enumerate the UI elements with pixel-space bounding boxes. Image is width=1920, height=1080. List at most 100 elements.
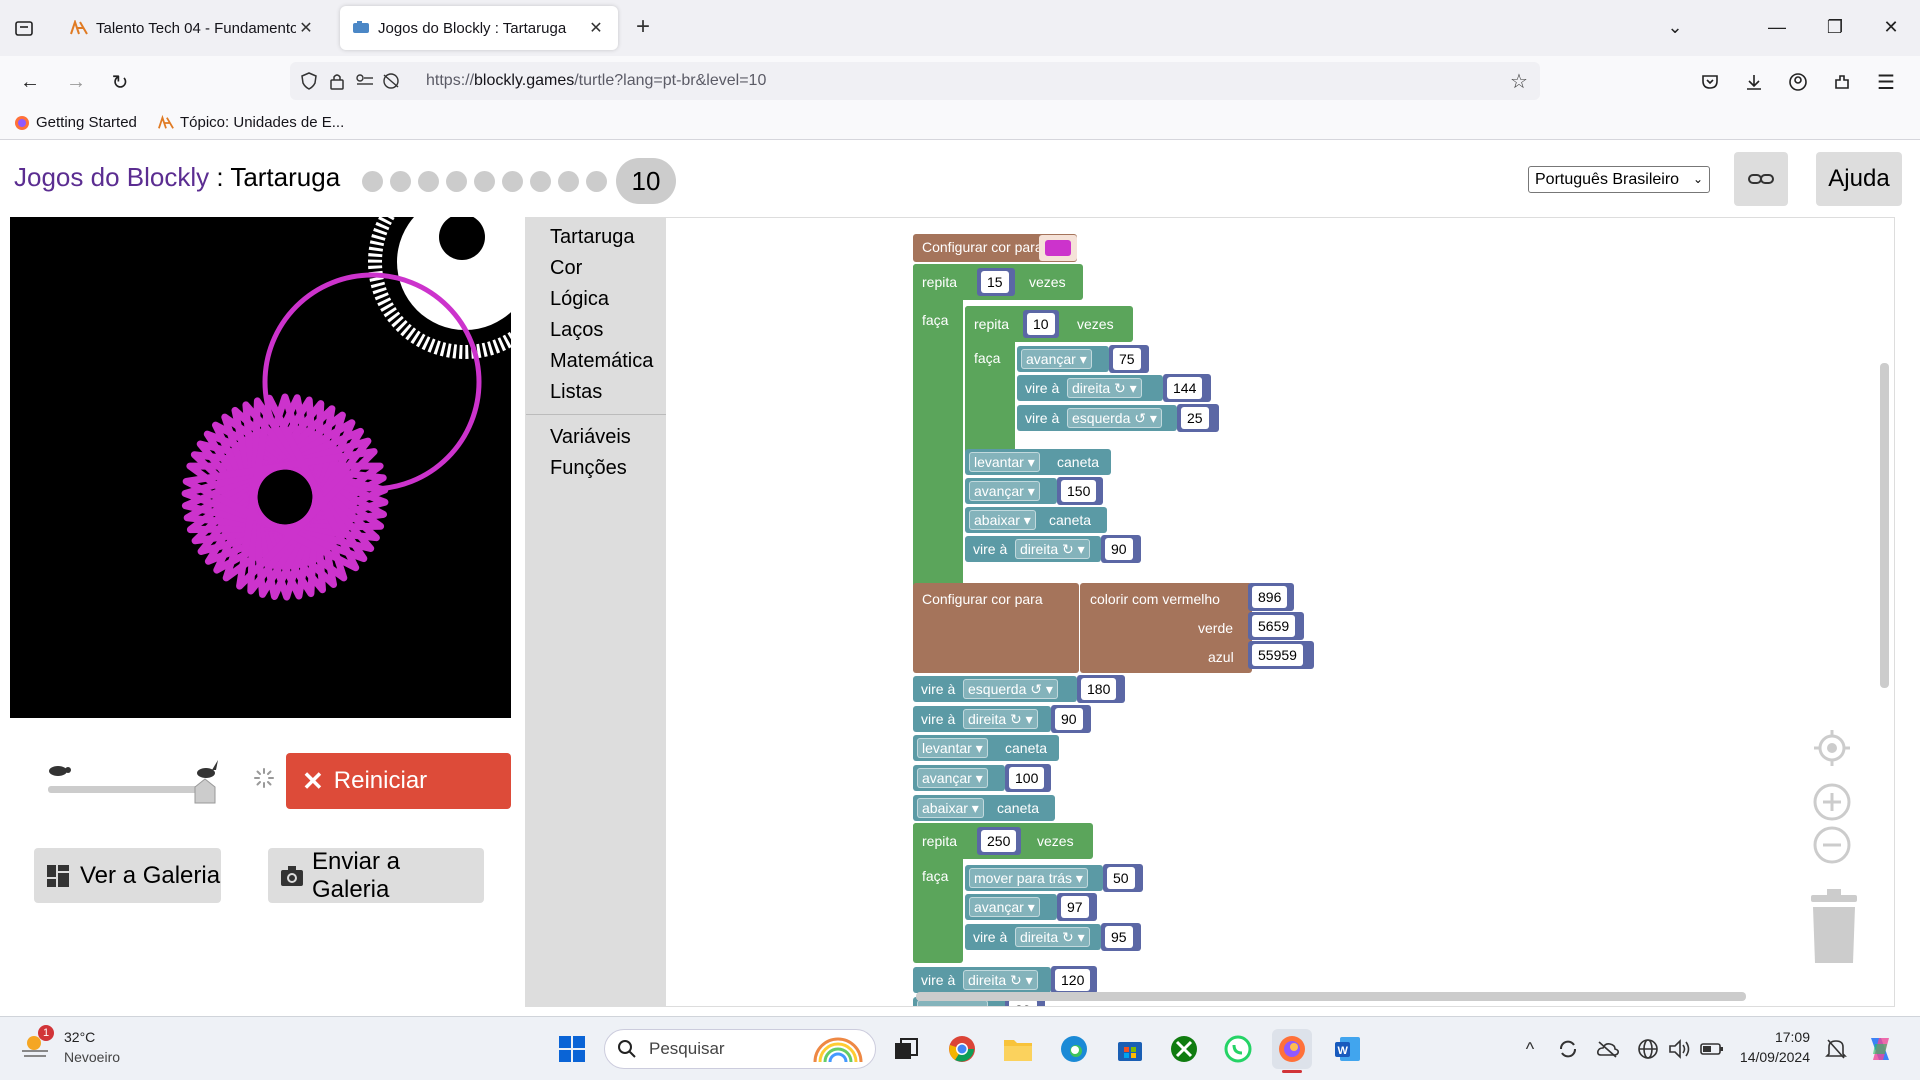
level-dot[interactable] (446, 170, 467, 192)
number-field[interactable]: 90 (1055, 708, 1083, 730)
number-field[interactable]: 120 (1055, 969, 1091, 991)
turn-block[interactable]: vire à direita ↻ ▾ (913, 706, 1051, 732)
move-block[interactable]: avançar ▾ (965, 894, 1057, 920)
microsoft-store-icon[interactable] (1110, 1029, 1150, 1069)
repeat-header[interactable]: repita 250 vezes (913, 823, 1093, 859)
list-all-tabs-button[interactable] (10, 14, 38, 42)
tab-talento-tech[interactable]: Talento Tech 04 - Fundamentos ✕ (58, 6, 328, 50)
move-direction-dropdown[interactable]: avançar ▾ (917, 768, 988, 788)
toolbox-category-loops[interactable]: Laços (550, 319, 603, 342)
tab-overflow-chevron-icon[interactable]: ⌄ (1660, 12, 1690, 42)
notification-bell-icon[interactable] (1816, 1029, 1856, 1069)
move-direction-dropdown[interactable]: avançar ▾ (969, 481, 1040, 501)
number-block[interactable]: 75 (1109, 345, 1149, 373)
number-block[interactable]: 90 (1101, 535, 1141, 563)
blockly-workspace[interactable]: Tartaruga Cor Lógica Laços Matemática Li… (525, 217, 1895, 1007)
camera-blocked-icon[interactable] (380, 70, 402, 92)
number-field[interactable]: 180 (1081, 678, 1117, 700)
number-block[interactable]: 120 (1051, 966, 1097, 994)
copilot-icon[interactable] (1860, 1029, 1900, 1069)
forward-button[interactable]: → (60, 66, 92, 98)
toolbox-category-functions[interactable]: Funções (550, 457, 627, 480)
level-dot[interactable] (418, 170, 439, 192)
move-block[interactable]: mover para trás ▾ (965, 865, 1103, 891)
tab-blockly[interactable]: Jogos do Blockly : Tartaruga ✕ (340, 6, 618, 50)
set-color-block[interactable]: Configurar cor para (913, 583, 1079, 673)
extensions-icon[interactable] (1826, 66, 1858, 98)
turn-direction-dropdown[interactable]: esquerda ↺ ▾ (963, 679, 1058, 699)
turn-block[interactable]: vire à esquerda ↺ ▾ (1017, 405, 1177, 431)
battery-icon[interactable] (1692, 1029, 1732, 1069)
number-block[interactable]: 15 (977, 268, 1015, 296)
close-window-button[interactable]: ✕ (1876, 12, 1906, 42)
url-text[interactable]: https://blockly.games/turtle?lang=pt-br&… (426, 72, 766, 90)
toolbox-category-turtle[interactable]: Tartaruga (550, 226, 635, 249)
turn-block[interactable]: vire à direita ↻ ▾ (965, 536, 1101, 562)
level-dot[interactable] (474, 170, 495, 192)
turn-block[interactable]: vire à direita ↻ ▾ (913, 967, 1051, 993)
zoom-out-icon[interactable] (1812, 825, 1852, 865)
back-button[interactable]: ← (14, 66, 46, 98)
language-select[interactable]: Português Brasileiro ⌄ (1528, 166, 1710, 193)
number-block[interactable]: 10 (1023, 310, 1059, 338)
new-tab-button[interactable]: + (628, 14, 658, 42)
move-block[interactable]: avançar ▾ (965, 478, 1057, 504)
number-block[interactable]: 896 (1248, 583, 1294, 611)
turn-direction-dropdown[interactable]: direita ↻ ▾ (1015, 539, 1090, 559)
number-block[interactable]: 55959 (1248, 641, 1314, 669)
file-explorer-icon[interactable] (998, 1029, 1038, 1069)
pen-state-dropdown[interactable]: abaixar ▾ (917, 798, 984, 818)
turn-direction-dropdown[interactable]: esquerda ↺ ▾ (1067, 408, 1162, 428)
turn-direction-dropdown[interactable]: direita ↻ ▾ (963, 970, 1038, 990)
turn-direction-dropdown[interactable]: direita ↻ ▾ (1067, 378, 1142, 398)
number-block[interactable]: 100 (1005, 764, 1051, 792)
view-gallery-button[interactable]: Ver a Galeria (34, 848, 221, 903)
pen-block[interactable]: abaixar ▾ caneta (913, 795, 1055, 821)
turn-block[interactable]: vire à direita ↻ ▾ (965, 924, 1101, 950)
number-block[interactable]: 250 (977, 827, 1021, 855)
reload-button[interactable]: ↻ (104, 66, 136, 98)
number-field[interactable]: 896 (1252, 586, 1288, 608)
number-block[interactable]: 150 (1057, 477, 1103, 505)
number-block[interactable]: 144 (1163, 374, 1211, 402)
inner-repeat-header[interactable]: repita 10 vezes (965, 306, 1133, 342)
start-button[interactable] (552, 1029, 592, 1069)
speed-handle[interactable] (194, 778, 216, 804)
pocket-icon[interactable] (1694, 66, 1726, 98)
turn-direction-dropdown[interactable]: direita ↻ ▾ (1015, 927, 1090, 947)
toolbox-category-math[interactable]: Matemática (550, 350, 653, 373)
turn-block[interactable]: vire à direita ↻ ▾ (1017, 375, 1163, 401)
taskbar-search[interactable]: Pesquisar (604, 1029, 876, 1069)
turn-block[interactable]: vire à esquerda ↺ ▾ (913, 676, 1077, 702)
level-dot[interactable] (586, 170, 607, 192)
number-block[interactable]: 95 (1101, 923, 1141, 951)
downloads-icon[interactable] (1738, 66, 1770, 98)
zoom-in-icon[interactable] (1812, 782, 1852, 822)
level-dot[interactable] (530, 170, 551, 192)
number-field[interactable]: 55959 (1252, 644, 1303, 666)
submit-gallery-button[interactable]: Enviar a Galeria (268, 848, 484, 903)
bookmark-star-icon[interactable]: ☆ (1508, 70, 1530, 93)
number-block[interactable]: 90 (1051, 705, 1091, 733)
set-color-block[interactable]: Configurar cor para (913, 234, 1077, 262)
number-field[interactable]: 90 (1105, 538, 1133, 560)
number-field[interactable]: 5659 (1252, 615, 1296, 637)
toolbox-category-lists[interactable]: Listas (550, 381, 602, 404)
number-block[interactable]: 180 (1077, 675, 1125, 703)
minimize-button[interactable]: — (1762, 12, 1792, 42)
trash-icon[interactable] (1806, 888, 1862, 966)
close-tab-icon[interactable]: ✕ (296, 18, 316, 38)
number-field[interactable]: 10 (1027, 313, 1055, 335)
number-block[interactable]: 97 (1057, 893, 1097, 921)
toolbox-category-color[interactable]: Cor (550, 257, 582, 280)
pen-block[interactable]: levantar ▾ caneta (913, 735, 1059, 761)
pen-block[interactable]: levantar ▾ caneta (965, 449, 1111, 475)
move-direction-dropdown[interactable]: avançar ▾ (917, 1000, 988, 1006)
edge-icon[interactable] (1054, 1029, 1094, 1069)
number-block[interactable]: 5659 (1248, 612, 1304, 640)
word-icon[interactable]: W (1328, 1029, 1368, 1069)
recenter-icon[interactable] (1812, 728, 1852, 768)
number-field[interactable]: 15 (981, 271, 1009, 293)
pen-block[interactable]: abaixar ▾ caneta (965, 507, 1107, 533)
lock-icon[interactable] (326, 70, 348, 92)
